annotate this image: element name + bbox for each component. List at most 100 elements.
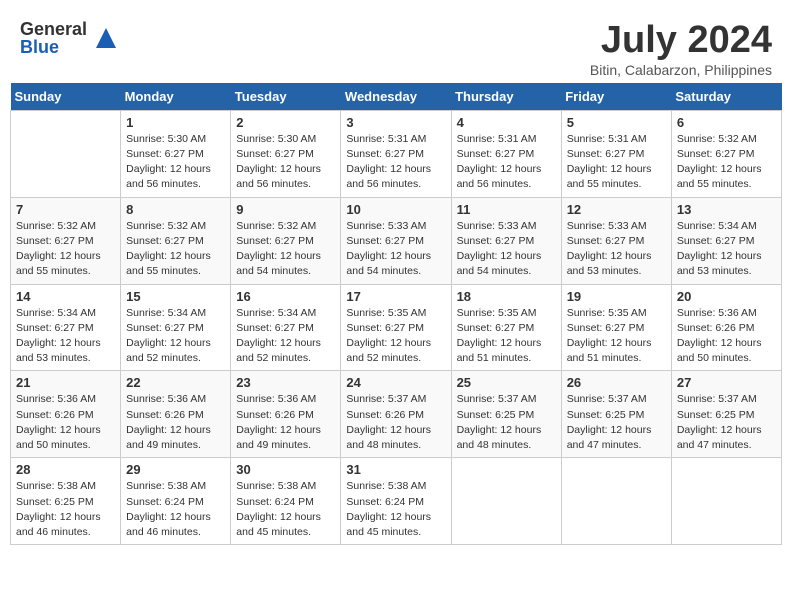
- day-detail: Sunrise: 5:32 AMSunset: 6:27 PMDaylight:…: [677, 132, 776, 193]
- day-number: 20: [677, 289, 776, 304]
- calendar-cell: 24Sunrise: 5:37 AMSunset: 6:26 PMDayligh…: [341, 371, 451, 458]
- calendar-week-row: 21 Sunrise: 5:36 AMSunset: 6:26 PMDayligh…: [11, 371, 782, 458]
- calendar-cell: 12 Sunrise: 5:33 AMSunset: 6:27 PMDayligh…: [561, 197, 671, 284]
- day-detail: Sunrise: 5:37 AMSunset: 6:25 PMDaylight:…: [457, 392, 556, 453]
- calendar-week-row: 7 Sunrise: 5:32 AMSunset: 6:27 PMDaylight…: [11, 197, 782, 284]
- calendar-week-row: 14 Sunrise: 5:34 AMSunset: 6:27 PMDayligh…: [11, 284, 782, 371]
- day-detail: Sunrise: 5:37 AMSunset: 6:25 PMDaylight:…: [567, 392, 666, 453]
- calendar-cell: 19Sunrise: 5:35 AMSunset: 6:27 PMDayligh…: [561, 284, 671, 371]
- day-number: 8: [126, 202, 225, 217]
- calendar-cell: 7 Sunrise: 5:32 AMSunset: 6:27 PMDaylight…: [11, 197, 121, 284]
- day-detail: Sunrise: 5:32 AMSunset: 6:27 PMDaylight:…: [126, 219, 225, 280]
- day-number: 11: [457, 202, 556, 217]
- calendar-cell: 30 Sunrise: 5:38 AMSunset: 6:24 PMDayligh…: [231, 458, 341, 545]
- day-detail: Sunrise: 5:30 AMSunset: 6:27 PMDaylight:…: [126, 132, 225, 193]
- calendar-cell: [671, 458, 781, 545]
- calendar-cell: 16 Sunrise: 5:34 AMSunset: 6:27 PMDayligh…: [231, 284, 341, 371]
- calendar-cell: 13Sunrise: 5:34 AMSunset: 6:27 PMDayligh…: [671, 197, 781, 284]
- calendar-cell: [561, 458, 671, 545]
- day-detail: Sunrise: 5:38 AMSunset: 6:24 PMDaylight:…: [126, 479, 225, 540]
- day-detail: Sunrise: 5:36 AMSunset: 6:26 PMDaylight:…: [677, 306, 776, 367]
- day-header-thursday: Thursday: [451, 83, 561, 111]
- day-number: 27: [677, 375, 776, 390]
- day-number: 7: [16, 202, 115, 217]
- day-detail: Sunrise: 5:35 AMSunset: 6:27 PMDaylight:…: [567, 306, 666, 367]
- calendar-header-row: SundayMondayTuesdayWednesdayThursdayFrid…: [11, 83, 782, 111]
- calendar-table: SundayMondayTuesdayWednesdayThursdayFrid…: [10, 83, 782, 545]
- calendar-cell: 3Sunrise: 5:31 AMSunset: 6:27 PMDaylight…: [341, 110, 451, 197]
- calendar-cell: 27 Sunrise: 5:37 AMSunset: 6:25 PMDayligh…: [671, 371, 781, 458]
- day-header-sunday: Sunday: [11, 83, 121, 111]
- day-detail: Sunrise: 5:37 AMSunset: 6:26 PMDaylight:…: [346, 392, 445, 453]
- calendar-cell: 14 Sunrise: 5:34 AMSunset: 6:27 PMDayligh…: [11, 284, 121, 371]
- day-number: 16: [236, 289, 335, 304]
- calendar-cell: 18Sunrise: 5:35 AMSunset: 6:27 PMDayligh…: [451, 284, 561, 371]
- calendar-cell: 26 Sunrise: 5:37 AMSunset: 6:25 PMDayligh…: [561, 371, 671, 458]
- calendar-cell: 28 Sunrise: 5:38 AMSunset: 6:25 PMDayligh…: [11, 458, 121, 545]
- day-detail: Sunrise: 5:38 AMSunset: 6:25 PMDaylight:…: [16, 479, 115, 540]
- day-number: 15: [126, 289, 225, 304]
- day-detail: Sunrise: 5:38 AMSunset: 6:24 PMDaylight:…: [236, 479, 335, 540]
- day-number: 10: [346, 202, 445, 217]
- day-detail: Sunrise: 5:34 AMSunset: 6:27 PMDaylight:…: [126, 306, 225, 367]
- day-detail: Sunrise: 5:34 AMSunset: 6:27 PMDaylight:…: [677, 219, 776, 280]
- calendar-cell: 29 Sunrise: 5:38 AMSunset: 6:24 PMDayligh…: [121, 458, 231, 545]
- calendar-cell: 21 Sunrise: 5:36 AMSunset: 6:26 PMDayligh…: [11, 371, 121, 458]
- day-number: 28: [16, 462, 115, 477]
- day-detail: Sunrise: 5:32 AMSunset: 6:27 PMDaylight:…: [16, 219, 115, 280]
- day-number: 26: [567, 375, 666, 390]
- calendar-cell: 15 Sunrise: 5:34 AMSunset: 6:27 PMDayligh…: [121, 284, 231, 371]
- day-number: 17: [346, 289, 445, 304]
- day-header-saturday: Saturday: [671, 83, 781, 111]
- day-header-wednesday: Wednesday: [341, 83, 451, 111]
- day-detail: Sunrise: 5:34 AMSunset: 6:27 PMDaylight:…: [16, 306, 115, 367]
- calendar-cell: [451, 458, 561, 545]
- calendar-cell: 17 Sunrise: 5:35 AMSunset: 6:27 PMDayligh…: [341, 284, 451, 371]
- page-header: General Blue July 2024 Bitin, Calabarzon…: [10, 10, 782, 83]
- month-year-title: July 2024: [590, 20, 772, 62]
- day-detail: Sunrise: 5:33 AMSunset: 6:27 PMDaylight:…: [567, 219, 666, 280]
- day-detail: Sunrise: 5:31 AMSunset: 6:27 PMDaylight:…: [457, 132, 556, 193]
- calendar-week-row: 28 Sunrise: 5:38 AMSunset: 6:25 PMDayligh…: [11, 458, 782, 545]
- day-number: 23: [236, 375, 335, 390]
- day-detail: Sunrise: 5:33 AMSunset: 6:27 PMDaylight:…: [457, 219, 556, 280]
- day-number: 12: [567, 202, 666, 217]
- day-header-monday: Monday: [121, 83, 231, 111]
- calendar-cell: 25Sunrise: 5:37 AMSunset: 6:25 PMDayligh…: [451, 371, 561, 458]
- calendar-cell: 4 Sunrise: 5:31 AMSunset: 6:27 PMDaylight…: [451, 110, 561, 197]
- day-number: 29: [126, 462, 225, 477]
- day-detail: Sunrise: 5:36 AMSunset: 6:26 PMDaylight:…: [16, 392, 115, 453]
- calendar-cell: 5 Sunrise: 5:31 AMSunset: 6:27 PMDaylight…: [561, 110, 671, 197]
- calendar-cell: 1Sunrise: 5:30 AMSunset: 6:27 PMDaylight…: [121, 110, 231, 197]
- day-number: 18: [457, 289, 556, 304]
- calendar-cell: 23 Sunrise: 5:36 AMSunset: 6:26 PMDayligh…: [231, 371, 341, 458]
- calendar-week-row: 1Sunrise: 5:30 AMSunset: 6:27 PMDaylight…: [11, 110, 782, 197]
- logo: General Blue: [20, 20, 121, 56]
- day-number: 5: [567, 115, 666, 130]
- day-detail: Sunrise: 5:31 AMSunset: 6:27 PMDaylight:…: [567, 132, 666, 193]
- day-number: 30: [236, 462, 335, 477]
- calendar-cell: 10Sunrise: 5:33 AMSunset: 6:27 PMDayligh…: [341, 197, 451, 284]
- calendar-cell: 6Sunrise: 5:32 AMSunset: 6:27 PMDaylight…: [671, 110, 781, 197]
- day-number: 21: [16, 375, 115, 390]
- day-detail: Sunrise: 5:34 AMSunset: 6:27 PMDaylight:…: [236, 306, 335, 367]
- day-number: 4: [457, 115, 556, 130]
- day-detail: Sunrise: 5:36 AMSunset: 6:26 PMDaylight:…: [236, 392, 335, 453]
- location-text: Bitin, Calabarzon, Philippines: [590, 62, 772, 78]
- calendar-cell: 8 Sunrise: 5:32 AMSunset: 6:27 PMDaylight…: [121, 197, 231, 284]
- day-number: 22: [126, 375, 225, 390]
- day-number: 14: [16, 289, 115, 304]
- day-detail: Sunrise: 5:38 AMSunset: 6:24 PMDaylight:…: [346, 479, 445, 540]
- calendar-cell: 22 Sunrise: 5:36 AMSunset: 6:26 PMDayligh…: [121, 371, 231, 458]
- day-detail: Sunrise: 5:32 AMSunset: 6:27 PMDaylight:…: [236, 219, 335, 280]
- day-detail: Sunrise: 5:36 AMSunset: 6:26 PMDaylight:…: [126, 392, 225, 453]
- calendar-cell: 2Sunrise: 5:30 AMSunset: 6:27 PMDaylight…: [231, 110, 341, 197]
- title-block: July 2024 Bitin, Calabarzon, Philippines: [590, 20, 772, 78]
- logo-blue-text: Blue: [20, 38, 87, 56]
- day-detail: Sunrise: 5:35 AMSunset: 6:27 PMDaylight:…: [346, 306, 445, 367]
- day-detail: Sunrise: 5:37 AMSunset: 6:25 PMDaylight:…: [677, 392, 776, 453]
- calendar-cell: 11 Sunrise: 5:33 AMSunset: 6:27 PMDayligh…: [451, 197, 561, 284]
- day-number: 3: [346, 115, 445, 130]
- day-number: 9: [236, 202, 335, 217]
- day-number: 2: [236, 115, 335, 130]
